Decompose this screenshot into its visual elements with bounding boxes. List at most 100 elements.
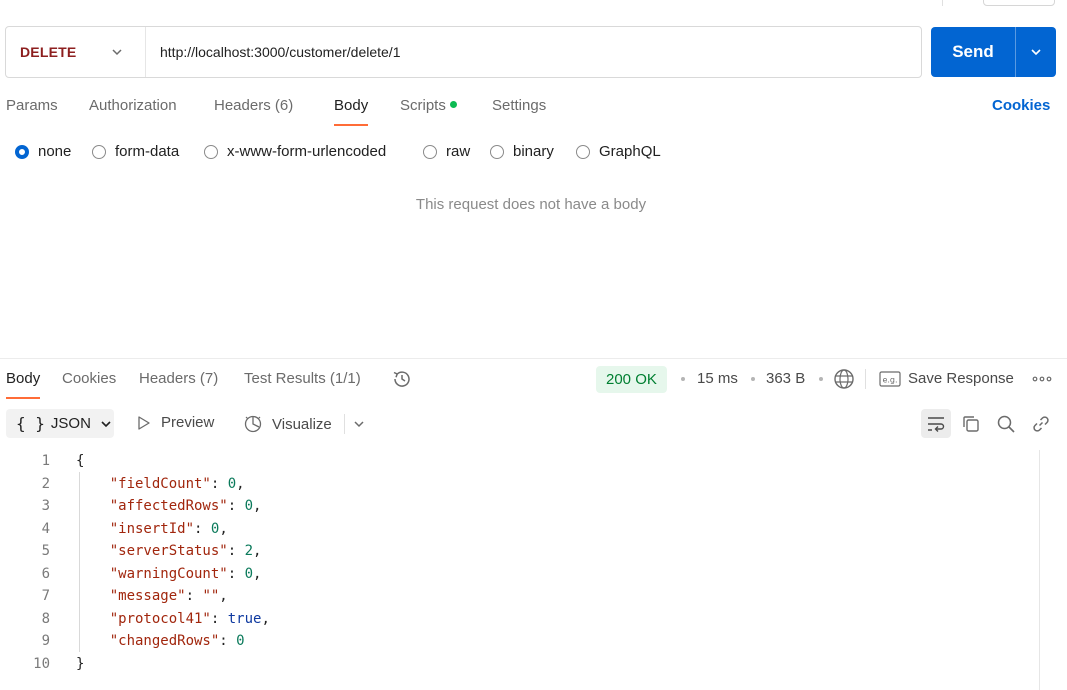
- tab-label: Body: [334, 97, 369, 114]
- response-tab-body[interactable]: Body: [6, 369, 41, 399]
- code-text: "warningCount": 0,: [109, 565, 262, 582]
- history-icon[interactable]: [391, 368, 413, 390]
- code-text: "fieldCount": 0,: [109, 475, 245, 492]
- radio-button[interactable]: [490, 144, 504, 159]
- response-body-editor[interactable]: 1{2 "fieldCount": 0, 3 "affectedRows": 0,…: [0, 450, 1030, 675]
- copy-icon: [963, 415, 979, 432]
- chevron-down-icon: [101, 420, 111, 427]
- visualize-button[interactable]: Visualize: [243, 414, 332, 434]
- response-tab-cookies[interactable]: Cookies: [62, 369, 116, 399]
- editor-scrollbar[interactable]: [1039, 450, 1040, 690]
- line-number: 2: [41, 475, 50, 492]
- code-text: "changedRows": 0: [109, 633, 245, 649]
- tab-label: Params: [6, 97, 58, 114]
- line-number: 8: [41, 610, 50, 627]
- radio-button[interactable]: [204, 144, 218, 159]
- radio-none[interactable]: none: [15, 143, 71, 160]
- code-line: 8 "protocol41": true,: [0, 608, 1030, 631]
- radio-label: raw: [446, 143, 471, 160]
- empty-body-message: This request does not have a body: [415, 196, 647, 213]
- request-url-bar: DELETE http://localhost:3000/customer/de…: [5, 26, 922, 78]
- search-button[interactable]: [991, 409, 1021, 438]
- radio-button-checked[interactable]: [15, 144, 29, 159]
- line-number: 5: [41, 543, 50, 559]
- code-text: {: [76, 453, 85, 469]
- code-line: 1{: [0, 450, 1030, 473]
- line-number: 1: [41, 453, 50, 469]
- wrap-lines-icon: [928, 416, 945, 432]
- tab-settings[interactable]: Settings: [492, 96, 546, 126]
- code-text: "message": "",: [109, 588, 228, 604]
- meta-separator: [751, 377, 755, 381]
- code-line: 10}: [0, 653, 1030, 676]
- play-icon: [138, 415, 150, 430]
- format-select[interactable]: { } JSON: [6, 409, 114, 438]
- response-tab-test-results[interactable]: Test Results (1/1): [244, 369, 361, 399]
- radio-x-www-form-urlencoded[interactable]: x-www-form-urlencoded: [204, 143, 386, 160]
- response-size[interactable]: 363 B: [766, 370, 805, 387]
- url-input[interactable]: http://localhost:3000/customer/delete/1: [146, 44, 400, 60]
- radio-button[interactable]: [423, 144, 437, 159]
- save-response-button[interactable]: Save Response: [908, 370, 1014, 387]
- radio-raw[interactable]: raw: [423, 143, 470, 160]
- radio-graphql[interactable]: GraphQL: [576, 143, 661, 160]
- tab-headers[interactable]: Headers (6): [214, 96, 293, 126]
- radio-label: GraphQL: [599, 143, 661, 160]
- visualize-icon: [244, 415, 262, 433]
- radio-label: x-www-form-urlencoded: [227, 143, 387, 160]
- radio-button[interactable]: [576, 144, 590, 159]
- response-tab-headers[interactable]: Headers (7): [139, 369, 218, 399]
- preview-label: Preview: [161, 414, 215, 431]
- chevron-down-icon[interactable]: [352, 417, 366, 431]
- tab-scripts[interactable]: Scripts: [400, 96, 457, 126]
- tab-label: Body: [6, 370, 41, 387]
- top-toolbar-button[interactable]: [983, 0, 1055, 6]
- code-line: 4 "insertId": 0,: [0, 518, 1030, 541]
- line-number: 6: [41, 565, 50, 582]
- radio-button[interactable]: [92, 144, 106, 159]
- status-badge[interactable]: 200 OK: [596, 366, 667, 393]
- code-line: 5 "serverStatus": 2,: [0, 540, 1030, 563]
- radio-label: binary: [513, 143, 554, 160]
- radio-binary[interactable]: binary: [490, 143, 554, 160]
- toolbar-divider: [344, 414, 345, 434]
- tab-count: (6): [274, 97, 294, 114]
- tab-authorization[interactable]: Authorization: [89, 96, 177, 126]
- code-line: 6 "warningCount": 0,: [0, 563, 1030, 586]
- line-number: 3: [41, 498, 50, 514]
- method-select[interactable]: DELETE: [6, 27, 146, 77]
- svg-text:e.g.: e.g.: [882, 376, 897, 385]
- link-icon: [1033, 415, 1049, 432]
- tab-label: Headers: [214, 97, 271, 114]
- top-toolbar-divider: [942, 0, 943, 6]
- scripts-indicator-dot: [449, 101, 457, 108]
- line-number: 7: [41, 588, 50, 604]
- cookies-link[interactable]: Cookies: [992, 97, 1050, 114]
- tab-label: Headers: [139, 370, 196, 387]
- wrap-lines-button[interactable]: [921, 409, 951, 438]
- response-time[interactable]: 15 ms: [697, 370, 738, 387]
- toolbar-divider: [865, 369, 866, 389]
- link-button[interactable]: [1026, 409, 1056, 438]
- format-label: JSON: [50, 415, 91, 432]
- globe-icon[interactable]: [833, 368, 855, 390]
- chevron-down-icon: [1031, 49, 1041, 56]
- send-options-button[interactable]: [1016, 45, 1056, 59]
- copy-button[interactable]: [956, 409, 986, 438]
- tab-label: Scripts: [400, 97, 446, 114]
- preview-button[interactable]: Preview: [136, 414, 214, 431]
- meta-separator: [819, 377, 823, 381]
- tab-params[interactable]: Params: [6, 96, 58, 126]
- tab-label: Test Results: [244, 370, 326, 387]
- example-icon: e.g.: [879, 371, 901, 387]
- send-button-group: Send: [931, 27, 1056, 77]
- radio-form-data[interactable]: form-data: [92, 143, 179, 160]
- more-icon[interactable]: [1032, 371, 1052, 387]
- tab-body[interactable]: Body: [334, 96, 369, 126]
- pane-divider[interactable]: [0, 358, 1067, 359]
- tab-count: (7): [199, 370, 219, 387]
- send-button[interactable]: Send: [931, 42, 1015, 62]
- code-text: "affectedRows": 0,: [109, 498, 262, 514]
- json-braces-icon: { }: [16, 414, 45, 433]
- chevron-down-icon: [112, 49, 122, 56]
